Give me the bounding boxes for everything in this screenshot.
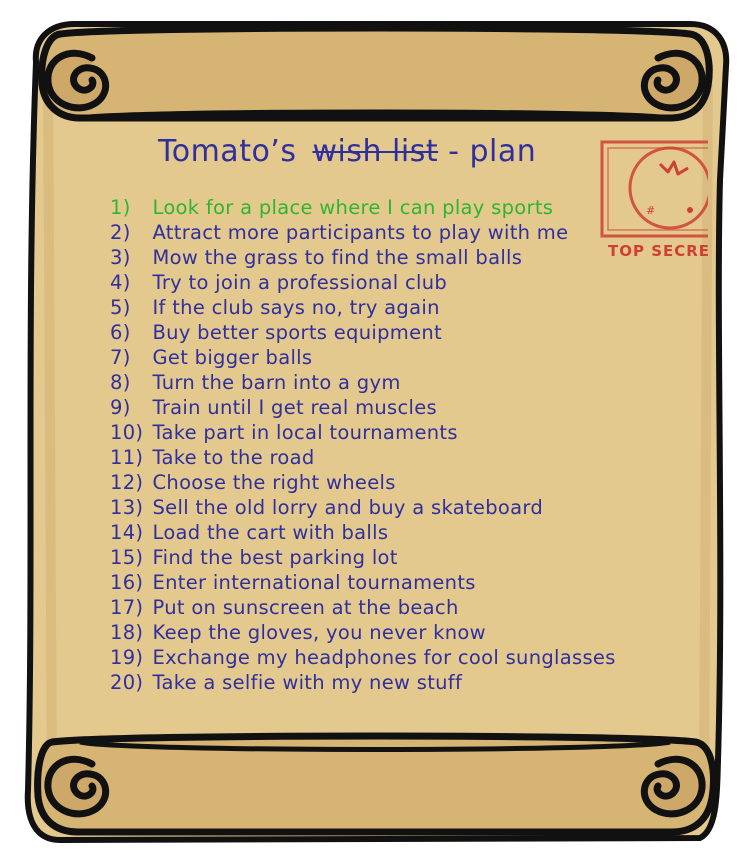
task-text: Attract more participants to play with m… [152, 221, 569, 244]
task-number: 18) [110, 621, 144, 644]
list-item: 12) Choose the right wheels [110, 470, 616, 495]
page-title: Tomato’s wish list - plan [158, 134, 536, 178]
task-text: Put on sunscreen at the beach [152, 596, 459, 619]
list-item: 4) Try to join a professional club [110, 270, 616, 295]
task-number: 13) [110, 496, 144, 519]
bottom-roller [34, 732, 717, 836]
task-number: 2) [110, 221, 131, 244]
task-text: Exchange my headphones for cool sunglass… [152, 646, 616, 669]
task-text: Buy better sports equipment [152, 321, 442, 344]
task-number: 12) [110, 471, 144, 494]
task-number: 14) [110, 521, 144, 544]
list-item: 2) Attract more participants to play wit… [110, 220, 616, 245]
list-item: 9) Train until I get real muscles [110, 395, 616, 420]
title-owner: Tomato’s [158, 134, 297, 169]
svg-text:#: # [646, 204, 655, 217]
task-text: Try to join a professional club [152, 271, 448, 294]
task-text: Take part in local tournaments [152, 421, 458, 444]
task-number: 15) [110, 546, 144, 569]
task-number: 5) [110, 296, 131, 319]
task-text: Get bigger balls [152, 346, 313, 369]
list-item: 6) Buy better sports equipment [110, 320, 616, 345]
top-roller [38, 24, 713, 122]
title-struck-text: wish list [312, 134, 439, 169]
task-number: 1) [110, 196, 131, 219]
list-item: 8) Turn the barn into a gym [110, 370, 616, 395]
task-text: Enter international tournaments [152, 571, 476, 594]
task-text: Turn the barn into a gym [152, 371, 401, 394]
list-item: 7) Get bigger balls [110, 345, 616, 370]
list-item: 3) Mow the grass to find the small balls [110, 245, 616, 270]
task-text: Take a selfie with my new stuff [152, 671, 463, 694]
task-text: Look for a place where I can play sports [152, 196, 554, 219]
list-item: 13) Sell the old lorry and buy a skatebo… [110, 495, 616, 520]
task-text: If the club says no, try again [152, 296, 440, 319]
task-text: Find the best parking lot [152, 546, 398, 569]
task-number: 11) [110, 446, 144, 469]
task-list: 1) Look for a place where I can play spo… [110, 195, 616, 695]
list-item: 19) Exchange my headphones for cool sung… [110, 645, 616, 670]
list-item: 11) Take to the road [110, 445, 616, 470]
task-number: 9) [110, 396, 131, 419]
list-item: 5) If the club says no, try again [110, 295, 616, 320]
list-item: 14) Load the cart with balls [110, 520, 616, 545]
task-text: Load the cart with balls [152, 521, 389, 544]
list-item: 18) Keep the gloves, you never know [110, 620, 616, 645]
task-number: 3) [110, 246, 131, 269]
list-item: 1) Look for a place where I can play spo… [110, 195, 616, 220]
list-item: 15) Find the best parking lot [110, 545, 616, 570]
task-text: Mow the grass to find the small balls [152, 246, 523, 269]
task-text: Train until I get real muscles [152, 396, 438, 419]
stamp-label: TOP SECRE [608, 242, 708, 260]
task-number: 16) [110, 571, 144, 594]
list-item: 20) Take a selfie with my new stuff [110, 670, 616, 695]
task-text: Take to the road [152, 446, 315, 469]
task-text: Sell the old lorry and buy a skateboard [152, 496, 544, 519]
title-suffix: - plan [448, 134, 537, 169]
list-item: 10) Take part in local tournaments [110, 420, 616, 445]
task-text: Choose the right wheels [152, 471, 396, 494]
task-number: 17) [110, 596, 144, 619]
task-number: 19) [110, 646, 144, 669]
task-text: Keep the gloves, you never know [152, 621, 486, 644]
list-item: 16) Enter international tournaments [110, 570, 616, 595]
task-number: 8) [110, 371, 131, 394]
task-number: 7) [110, 346, 131, 369]
task-number: 4) [110, 271, 131, 294]
task-number: 6) [110, 321, 131, 344]
task-number: 10) [110, 421, 144, 444]
list-item: 17) Put on sunscreen at the beach [110, 595, 616, 620]
task-number: 20) [110, 671, 144, 694]
